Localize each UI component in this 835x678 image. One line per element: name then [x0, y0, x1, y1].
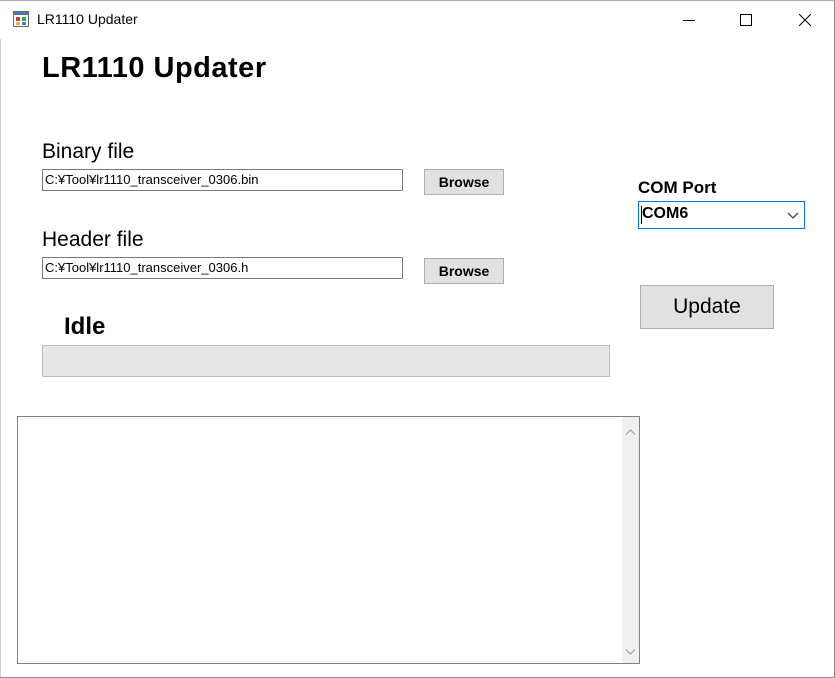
maximize-button[interactable] — [717, 1, 775, 39]
progress-bar — [42, 345, 610, 377]
header-file-input[interactable]: C:¥Tool¥lr1110_transceiver_0306.h — [42, 257, 403, 279]
page-title: LR1110 Updater — [42, 52, 267, 84]
maximize-icon — [740, 14, 752, 26]
app-window-icon — [13, 11, 29, 27]
close-button[interactable] — [776, 1, 834, 39]
binary-file-input[interactable]: C:¥Tool¥lr1110_transceiver_0306.bin — [42, 169, 403, 191]
com-port-label: COM Port — [638, 178, 717, 197]
window-left-border — [0, 39, 1, 677]
close-icon — [799, 14, 811, 26]
browse-binary-button[interactable]: Browse — [424, 169, 504, 195]
app-window: LR1110 Updater LR1110 Updater Binary fil… — [0, 0, 835, 678]
text-caret — [641, 206, 642, 224]
status-label: Idle — [64, 313, 106, 340]
title-bar[interactable]: LR1110 Updater — [0, 1, 834, 39]
update-button[interactable]: Update — [640, 285, 774, 329]
log-textarea[interactable] — [17, 416, 640, 664]
log-scrollbar[interactable] — [622, 417, 639, 663]
chevron-down-icon[interactable] — [786, 208, 800, 222]
scroll-up-icon[interactable] — [625, 425, 636, 436]
minimize-button[interactable] — [660, 1, 718, 39]
com-port-select[interactable]: COM6 — [638, 201, 805, 229]
window-title: LR1110 Updater — [37, 11, 138, 27]
scroll-down-icon[interactable] — [625, 644, 636, 655]
com-port-value: COM6 — [642, 205, 689, 222]
binary-file-label: Binary file — [42, 140, 135, 163]
minimize-icon — [683, 20, 695, 21]
header-file-label: Header file — [42, 228, 144, 251]
browse-header-button[interactable]: Browse — [424, 258, 504, 284]
